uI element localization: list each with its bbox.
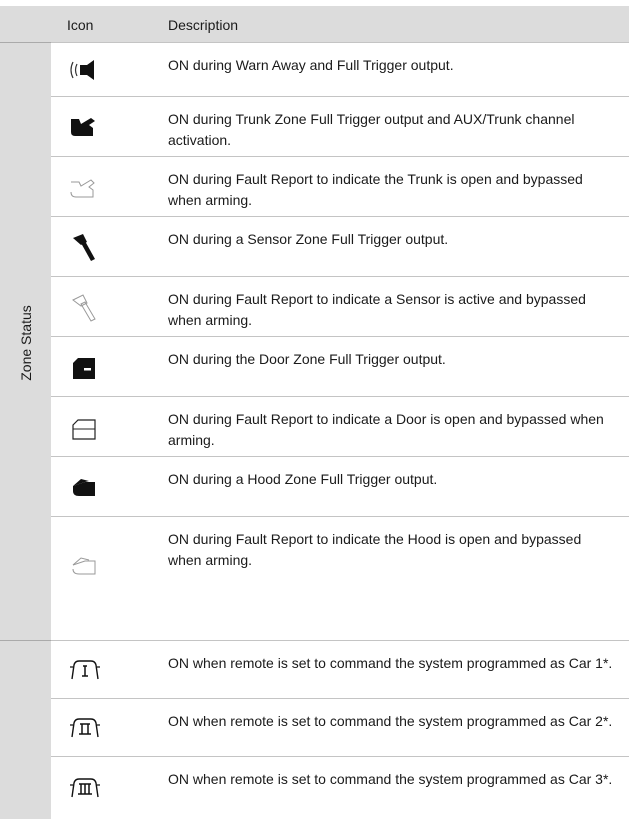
trunk-open-icon xyxy=(67,112,103,142)
car-3-icon xyxy=(67,773,103,803)
car-group-cell xyxy=(0,640,51,819)
door-bypass-icon xyxy=(67,412,103,442)
row-description: ON during Fault Report to indicate a Sen… xyxy=(168,291,586,328)
table-row: ON during a Sensor Zone Full Trigger out… xyxy=(51,216,629,277)
table-row: ON when remote is set to command the sys… xyxy=(51,698,629,757)
car-1-icon xyxy=(67,655,103,685)
table-row: ON during Fault Report to indicate a Doo… xyxy=(51,396,629,457)
row-description: ON during the Door Zone Full Trigger out… xyxy=(168,351,446,367)
door-open-icon xyxy=(67,352,103,382)
row-description: ON when remote is set to command the sys… xyxy=(168,713,613,729)
table-row: ON during a Hood Zone Full Trigger outpu… xyxy=(51,456,629,517)
row-description: ON when remote is set to command the sys… xyxy=(168,655,613,671)
table-row: ON during Fault Report to indicate the T… xyxy=(51,156,629,217)
row-description: ON during Fault Report to indicate the H… xyxy=(168,531,582,568)
table-row: ON during the Door Zone Full Trigger out… xyxy=(51,336,629,397)
row-description: ON when remote is set to command the sys… xyxy=(168,771,613,787)
hood-open-icon xyxy=(67,472,103,502)
car-2-icon xyxy=(67,713,103,743)
row-description: ON during a Hood Zone Full Trigger outpu… xyxy=(168,471,438,487)
table-header: Icon Description xyxy=(0,6,629,42)
row-description: ON during Warn Away and Full Trigger out… xyxy=(168,57,454,73)
header-icon-column: Icon xyxy=(67,17,94,33)
row-description: ON during a Sensor Zone Full Trigger out… xyxy=(168,231,449,247)
trunk-bypass-icon xyxy=(67,172,103,202)
table-row: ON when remote is set to command the sys… xyxy=(51,640,629,699)
row-description: ON during Fault Report to indicate the T… xyxy=(168,171,583,208)
table-row: ON during Warn Away and Full Trigger out… xyxy=(51,42,629,97)
table-row: ON during Fault Report to indicate the H… xyxy=(51,516,629,641)
sensor-bypass-icon xyxy=(67,292,103,322)
icon-description-table: Icon Description Zone Status ON during W… xyxy=(0,0,629,819)
table-row: ON when remote is set to command the sys… xyxy=(51,756,629,819)
siren-icon xyxy=(67,55,103,85)
row-description: ON during Fault Report to indicate a Doo… xyxy=(168,411,604,448)
sensor-hammer-icon xyxy=(67,232,103,262)
table-row: ON during Fault Report to indicate a Sen… xyxy=(51,276,629,337)
row-description: ON during Trunk Zone Full Trigger output… xyxy=(168,111,575,148)
zone-status-label: Zone Status xyxy=(18,305,34,381)
zone-status-group-cell: Zone Status xyxy=(0,42,51,641)
table-row: ON during Trunk Zone Full Trigger output… xyxy=(51,96,629,157)
header-description-column: Description xyxy=(168,17,239,33)
hood-bypass-icon xyxy=(67,550,103,580)
